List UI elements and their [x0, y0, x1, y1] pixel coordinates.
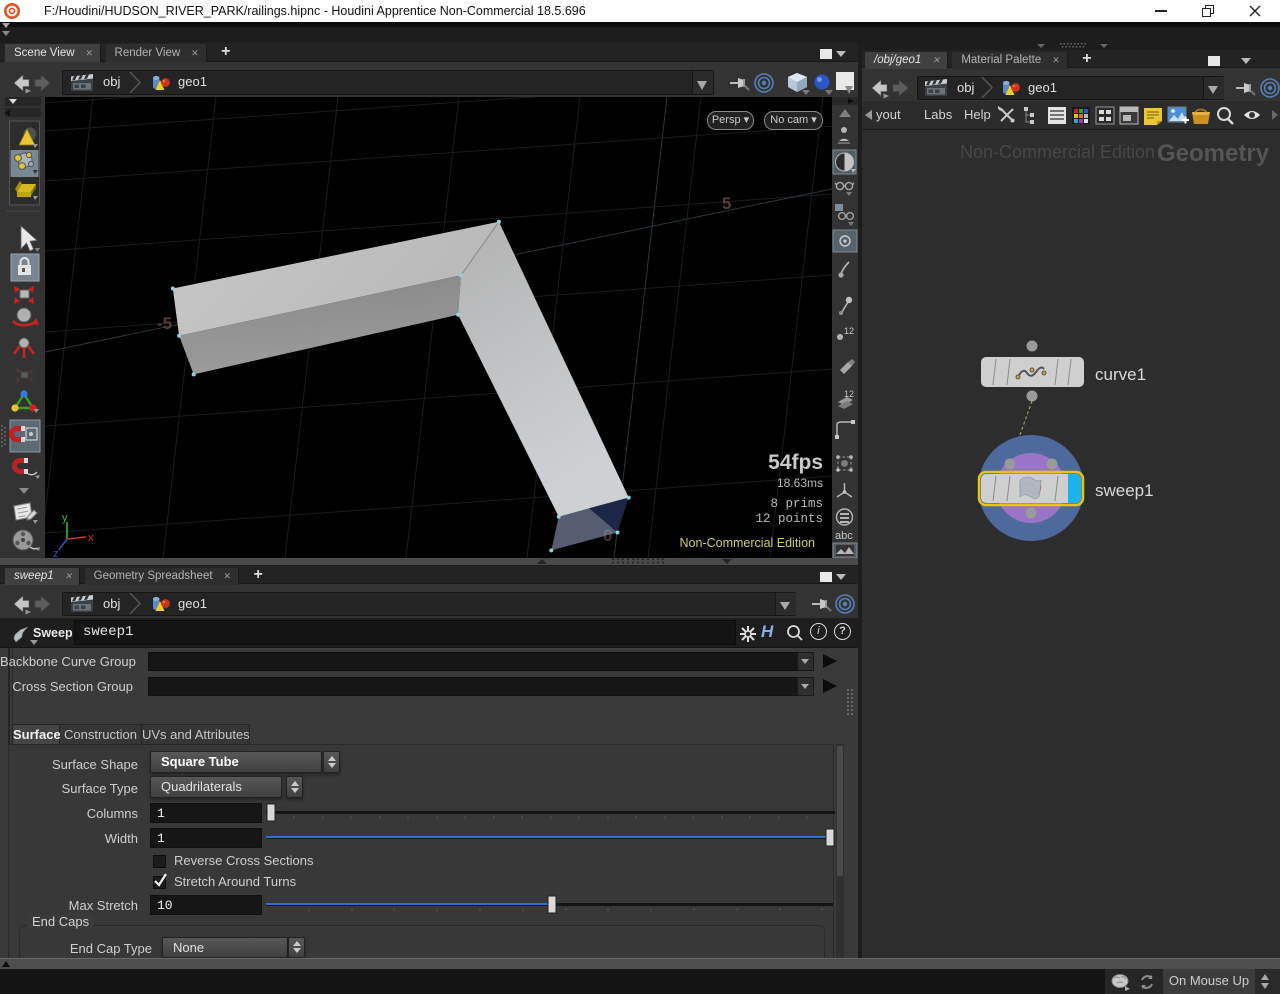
svg-text:18.63ms: 18.63ms: [777, 476, 823, 490]
svg-text:12: 12: [844, 326, 854, 336]
svg-text:curve1: curve1: [1095, 365, 1146, 384]
svg-text:12 points: 12 points: [755, 512, 823, 526]
svg-text:Non-Commercial Edition: Non-Commercial Edition: [680, 536, 816, 550]
svg-text:5: 5: [722, 194, 731, 213]
svg-text:z: z: [53, 548, 59, 558]
svg-text:12: 12: [844, 389, 854, 399]
svg-text:sweep1: sweep1: [1095, 481, 1154, 500]
svg-text:54fps: 54fps: [768, 451, 823, 474]
svg-text:abc: abc: [835, 530, 853, 542]
svg-text:8 prims: 8 prims: [770, 497, 823, 511]
svg-text:x: x: [88, 532, 94, 544]
svg-text:-5: -5: [157, 314, 172, 333]
svg-text:y: y: [62, 512, 68, 524]
